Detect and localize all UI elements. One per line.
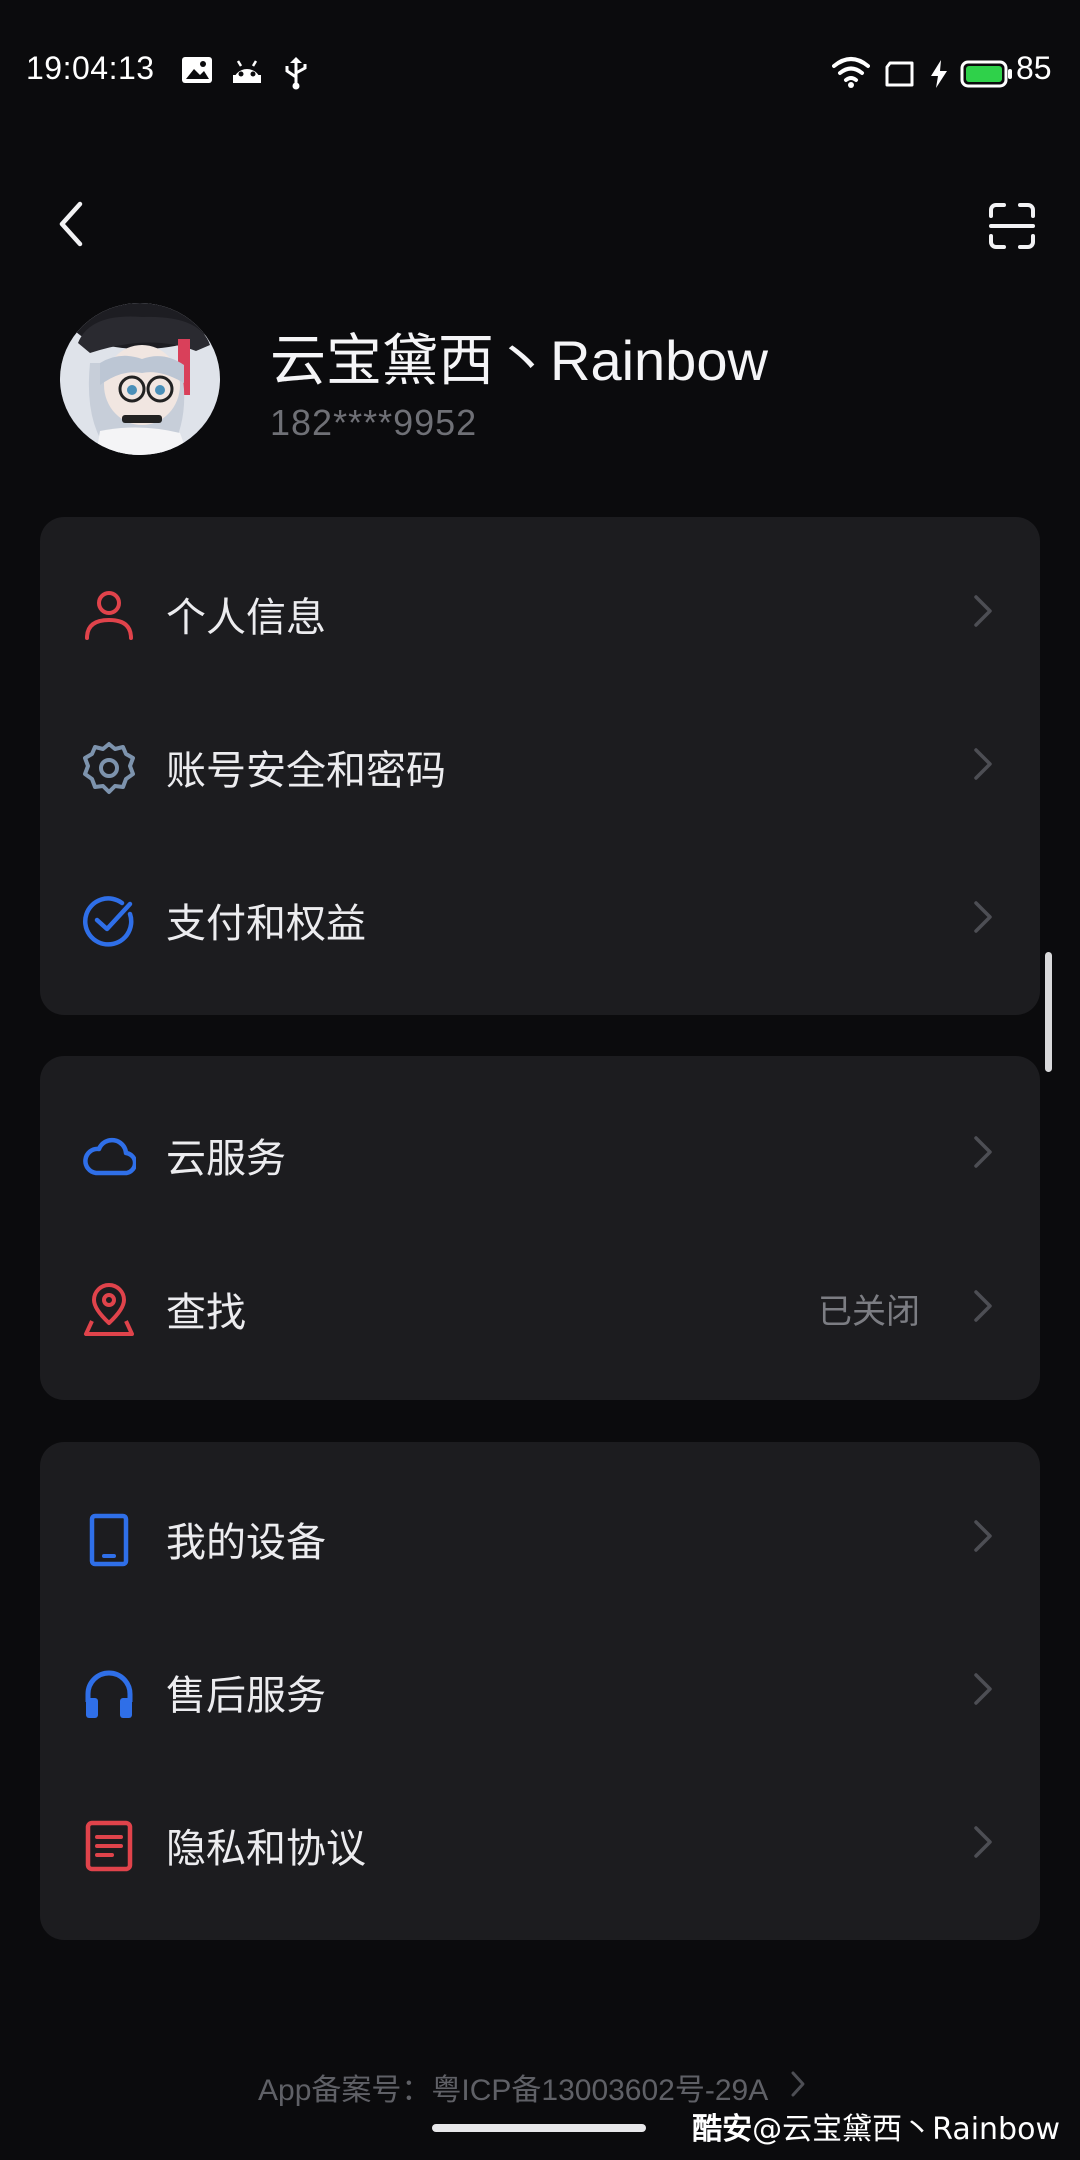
check-circle-icon [82, 896, 134, 947]
profile-phone: 182****9952 [270, 402, 478, 443]
menu-item-label: 查找 [166, 1290, 246, 1336]
battery-level: 85 [1016, 50, 1052, 86]
watermark-author: @云宝黛西丶Rainbow [752, 2112, 1060, 2147]
scan-icon [989, 203, 1035, 249]
account-settings-card: 个人信息 账号安全和密码 支付和权益 [40, 517, 1040, 1015]
chevron-right-icon [791, 2071, 805, 2097]
chevron-right-icon [974, 748, 992, 780]
menu-item-label: 账号安全和密码 [166, 748, 446, 794]
avatar[interactable] [60, 303, 220, 455]
icp-filing-link[interactable]: App备案号：粤ICP备13003602号-29A [258, 2065, 768, 2109]
chevron-right-icon [974, 1520, 992, 1552]
back-button[interactable] [44, 194, 100, 254]
menu-item-label: 支付和权益 [166, 901, 366, 947]
chevron-right-icon [974, 1290, 992, 1322]
scrollbar[interactable] [1045, 952, 1052, 1072]
menu-item-account-security[interactable]: 账号安全和密码 [40, 688, 1040, 838]
menu-item-label: 售后服务 [166, 1673, 326, 1719]
cloud-icon [83, 1137, 136, 1176]
chevron-right-icon [974, 1826, 992, 1858]
menu-item-label: 个人信息 [166, 595, 326, 641]
gear-icon [83, 742, 135, 794]
profile-name[interactable]: 云宝黛西丶Rainbow [270, 316, 768, 397]
chevron-left-icon [59, 201, 83, 247]
home-indicator[interactable] [432, 2124, 646, 2132]
headphones-icon [85, 1670, 133, 1718]
menu-item-privacy-agreement[interactable]: 隐私和协议 [40, 1766, 1040, 1916]
avatar-image [60, 303, 220, 455]
location-pin-icon [84, 1283, 134, 1336]
device-support-card: 我的设备 售后服务 隐私和协议 [40, 1442, 1040, 1940]
menu-item-cloud-service[interactable]: 云服务 [40, 1076, 1040, 1226]
menu-item-my-devices[interactable]: 我的设备 [40, 1460, 1040, 1610]
menu-item-label: 我的设备 [166, 1520, 326, 1566]
android-icon [233, 60, 261, 83]
sim-icon [885, 61, 914, 87]
menu-item-label: 隐私和协议 [166, 1826, 366, 1872]
wifi-icon [832, 57, 870, 88]
chevron-right-icon [974, 1673, 992, 1705]
image-notification-icon [182, 57, 212, 83]
battery-icon [960, 60, 1012, 88]
charging-icon [931, 60, 947, 88]
chevron-right-icon [974, 1136, 992, 1168]
scan-button[interactable] [982, 196, 1042, 256]
find-status-value: 已关闭 [818, 1292, 920, 1332]
usb-icon [285, 57, 307, 90]
chevron-right-icon [974, 595, 992, 627]
person-icon [85, 591, 133, 640]
watermark-brand: 酷安 [692, 2112, 753, 2147]
menu-item-personal-info[interactable]: 个人信息 [40, 535, 1040, 685]
chevron-right-icon [974, 901, 992, 933]
menu-item-find[interactable]: 查找 已关闭 [40, 1230, 1040, 1380]
watermark: 酷安@云宝黛西丶Rainbow [692, 2104, 1060, 2148]
document-icon [85, 1820, 133, 1872]
phone-device-icon [89, 1513, 129, 1567]
status-time: 19:04:13 [26, 50, 155, 86]
menu-item-payment-benefits[interactable]: 支付和权益 [40, 841, 1040, 991]
cloud-find-card: 云服务 查找 已关闭 [40, 1056, 1040, 1400]
menu-item-after-sales[interactable]: 售后服务 [40, 1613, 1040, 1763]
menu-item-label: 云服务 [166, 1136, 286, 1182]
